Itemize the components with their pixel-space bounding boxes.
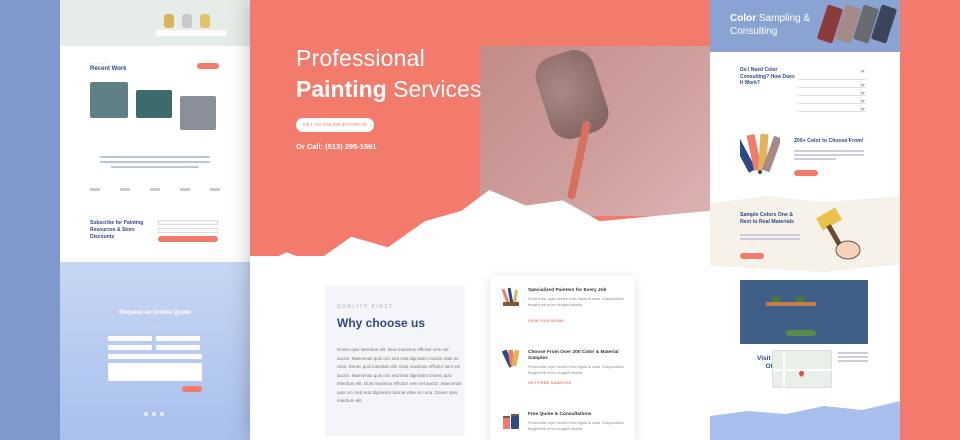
samples-text — [740, 234, 800, 242]
feature-item: Choose From Over 200 Color & Material Sa… — [490, 338, 635, 396]
plant — [786, 330, 816, 336]
office-shelf — [766, 302, 816, 306]
work-image — [180, 96, 216, 130]
subscribe-email-input[interactable] — [158, 228, 218, 233]
faq-item[interactable] — [798, 88, 866, 96]
color-swatch-icon — [501, 349, 520, 368]
hero-phone: Or Call: (513) 295-1561 — [296, 142, 377, 151]
right-page-preview: Color Sampling & Consulting Do I Need Co… — [710, 0, 900, 440]
client-logos — [90, 188, 220, 191]
office-map[interactable] — [772, 350, 833, 389]
social-icon[interactable] — [152, 412, 156, 416]
hero-title-bold: Painting — [296, 76, 387, 102]
faq-accordion — [798, 66, 866, 112]
quote-field[interactable] — [156, 345, 200, 350]
colors-text — [794, 150, 864, 162]
left-page-preview: — — — — Recent Work — — — Subscribe for … — [60, 0, 250, 440]
colors-button[interactable] — [794, 170, 818, 176]
feature-title: Free Quote & Consultations — [528, 412, 592, 417]
hero-title-line1: Professional — [296, 45, 425, 71]
quote-field[interactable] — [156, 336, 200, 341]
paint-cans-icon — [503, 414, 519, 429]
background-left — [0, 0, 60, 440]
work-image — [90, 82, 128, 118]
color-sampling-header: Color Sampling & Consulting — [710, 0, 900, 52]
color-sampling-title: Color Sampling & Consulting — [730, 12, 830, 38]
testimonial-text — [100, 156, 210, 171]
work-image — [136, 90, 172, 118]
quote-field[interactable] — [108, 336, 152, 341]
feature-item: Specialized Painters for Every Job Porta… — [490, 276, 635, 334]
social-icon[interactable] — [160, 412, 164, 416]
why-title: Why choose us — [337, 316, 426, 330]
subscribe-name-input[interactable] — [158, 220, 218, 225]
plant-pot — [182, 14, 192, 28]
samples-button[interactable] — [740, 253, 764, 259]
map-pin-icon — [797, 369, 806, 378]
online-estimate-button[interactable]: GET AN ONLINE ESTIMATE — [296, 118, 374, 132]
faq-item[interactable] — [798, 104, 866, 112]
why-eyebrow: QUALITY FIRST — [337, 304, 394, 310]
view-work-link[interactable]: VIEW OUR WORK — [528, 319, 564, 323]
faq-item[interactable] — [798, 66, 866, 80]
brushes-icon — [501, 287, 519, 306]
color-fan-icon — [740, 133, 780, 174]
samples-title: Sample Colors One & Next to Real Materia… — [740, 212, 794, 225]
quote-section: — — — — — — Request an Online Quote — — — [60, 262, 250, 440]
plant — [772, 296, 780, 302]
footer-brush — [710, 401, 900, 440]
feature-item: Free Quote & Consultations Porta nulla, … — [490, 400, 635, 440]
quote-field[interactable] — [108, 345, 152, 350]
section-eyebrow: — — — — — [90, 61, 109, 65]
hand-with-brush-icon — [815, 207, 861, 260]
view-all-button[interactable] — [197, 63, 219, 69]
main-page-preview: Professional Painting Services GET AN ON… — [250, 0, 710, 440]
plant-pot — [164, 14, 174, 28]
samples-section-bg — [710, 196, 900, 272]
faq-item[interactable] — [798, 96, 866, 104]
quote-eyebrow: — — — — — — — [141, 304, 169, 308]
social-icon[interactable] — [144, 412, 148, 416]
background-right — [900, 0, 960, 440]
subscribe-title: Subscribe for Painting Resources & Store… — [90, 220, 144, 240]
features-card: Specialized Painters for Every Job Porta… — [490, 276, 635, 440]
faq-question: Do I Need Color Consulting? How Does It … — [740, 67, 795, 86]
why-choose-us-card: QUALITY FIRST Why choose us Donec quis i… — [325, 286, 465, 436]
office-address — [838, 352, 868, 364]
recent-work-title: Recent Work — [90, 66, 127, 72]
quote-submit-button[interactable] — [182, 386, 202, 392]
feature-desc: Porta nulla, eget ornare enim ligula id … — [528, 297, 624, 307]
faq-item[interactable] — [798, 80, 866, 88]
subscribe-eyebrow: — — — — [90, 214, 101, 218]
colors-title: 200+ Color to Choose From! — [794, 138, 864, 144]
feature-title: Specialized Painters for Every Job — [528, 288, 607, 293]
quote-title: Request an Online Quote — [119, 310, 191, 316]
quote-call: — — — [151, 324, 159, 328]
why-body: Donec quis interdum elit. Duis maximus e… — [337, 347, 462, 403]
quote-message-field[interactable] — [108, 363, 202, 381]
plant — [796, 296, 804, 302]
subscribe-button[interactable] — [158, 236, 218, 242]
feature-desc: Porta nulla, eget ornare enim ligula id … — [528, 421, 624, 431]
shelf — [156, 30, 226, 36]
color-sampling-title-bold: Color — [730, 13, 757, 24]
free-samples-link[interactable]: GET FREE SAMPLES — [528, 381, 571, 385]
hero-title-line2: Painting Services — [296, 76, 481, 103]
left-page-header-image — [60, 0, 250, 46]
quote-field[interactable] — [108, 354, 202, 359]
feature-title: Choose From Over 200 Color & Material Sa… — [528, 350, 619, 361]
plant-pot — [200, 14, 210, 28]
hero-title-rest: Services — [386, 76, 482, 102]
feature-desc: Porta nulla, eget ornare enim ligula id … — [528, 365, 624, 375]
